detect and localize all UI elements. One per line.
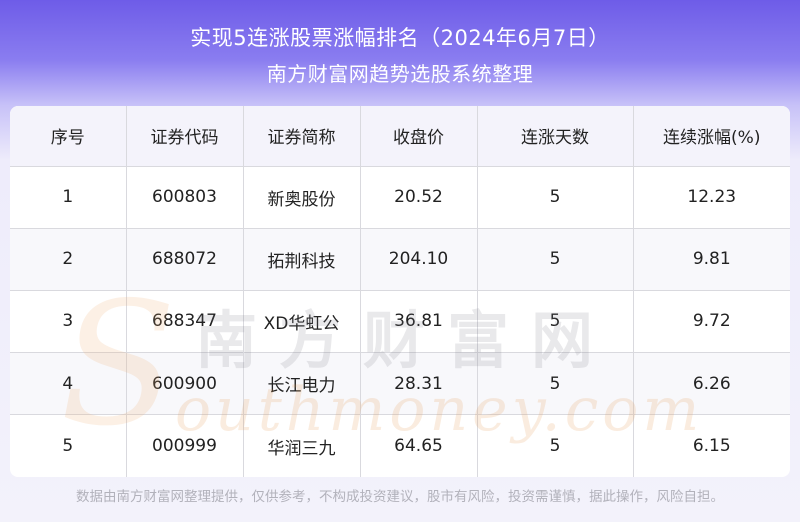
cell-rising-days: 5 [477, 352, 634, 416]
table-row: 1 600803 新奥股份 20.52 5 12.23 [10, 166, 790, 229]
cell-cumulative-gain: 6.26 [633, 352, 790, 416]
column-header-rising-days: 连涨天数 [477, 106, 634, 167]
cell-cumulative-gain: 12.23 [633, 166, 790, 229]
ranking-table-card: 序号 证券代码 证券简称 收盘价 连涨天数 连续涨幅(%) 1 600803 新… [10, 106, 790, 477]
cell-name: 长江电力 [243, 352, 361, 416]
cell-close-price: 28.31 [360, 352, 478, 416]
column-header-name: 证券简称 [243, 106, 361, 167]
cell-index: 4 [10, 352, 127, 416]
table-header-row: 序号 证券代码 证券简称 收盘价 连涨天数 连续涨幅(%) [10, 106, 790, 167]
column-header-close-price: 收盘价 [360, 106, 478, 167]
cell-close-price: 36.81 [360, 290, 478, 354]
column-header-cumulative-gain: 连续涨幅(%) [633, 106, 790, 167]
cell-close-price: 204.10 [360, 228, 478, 291]
cell-rising-days: 5 [477, 290, 634, 354]
cell-close-price: 64.65 [360, 414, 478, 477]
ranking-table: 序号 证券代码 证券简称 收盘价 连涨天数 连续涨幅(%) 1 600803 新… [10, 106, 790, 477]
cell-index: 5 [10, 414, 127, 477]
column-header-code: 证券代码 [126, 106, 244, 167]
cell-name: 拓荆科技 [243, 228, 361, 291]
cell-name: 华润三九 [243, 414, 361, 477]
cell-name: XD华虹公 [243, 290, 361, 354]
page-subtitle: 南方财富网趋势选股系统整理 [266, 62, 534, 86]
cell-code: 688347 [126, 290, 244, 354]
cell-code: 600803 [126, 166, 244, 229]
cell-cumulative-gain: 9.72 [633, 290, 790, 354]
cell-name: 新奥股份 [243, 166, 361, 229]
cell-index: 3 [10, 290, 127, 354]
cell-rising-days: 5 [477, 228, 634, 291]
cell-index: 2 [10, 228, 127, 291]
cell-rising-days: 5 [477, 166, 634, 229]
cell-code: 688072 [126, 228, 244, 291]
cell-code: 600900 [126, 352, 244, 416]
cell-close-price: 20.52 [360, 166, 478, 229]
cell-index: 1 [10, 166, 127, 229]
table-row: 4 600900 长江电力 28.31 5 6.26 [10, 352, 790, 416]
cell-cumulative-gain: 9.81 [633, 228, 790, 291]
disclaimer-footer: 数据由南方财富网整理提供，仅供参考，不构成投资建议，股市有风险，投资需谨慎，据此… [76, 489, 724, 505]
cell-rising-days: 5 [477, 414, 634, 477]
table-row: 3 688347 XD华虹公 36.81 5 9.72 [10, 290, 790, 354]
cell-code: 000999 [126, 414, 244, 477]
table-row: 2 688072 拓荆科技 204.10 5 9.81 [10, 228, 790, 291]
page-title: 实现5连涨股票涨幅排名（2024年6月7日） [190, 26, 610, 50]
table-row: 5 000999 华润三九 64.65 5 6.15 [10, 414, 790, 477]
cell-cumulative-gain: 6.15 [692, 436, 731, 457]
column-header-index: 序号 [10, 106, 127, 167]
